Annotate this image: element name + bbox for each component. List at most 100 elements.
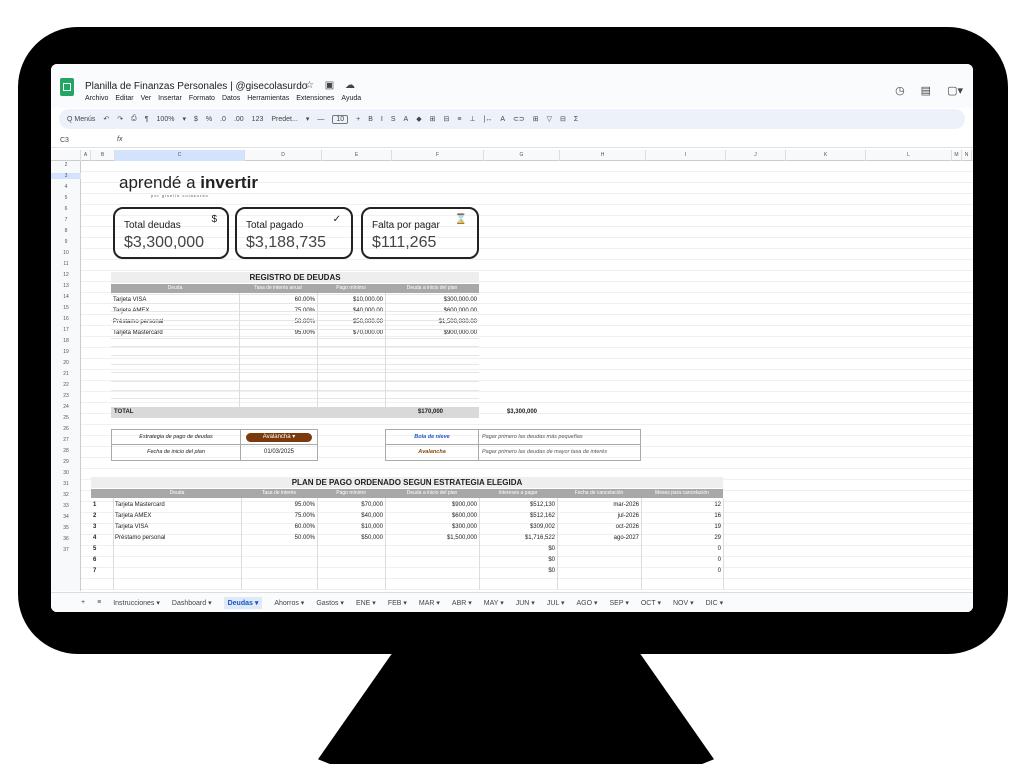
toolbar-button[interactable]: .00 [234,116,244,123]
plan-cell[interactable]: 19 [643,522,721,532]
plan-cell[interactable]: 5 [93,544,111,554]
row-header[interactable]: 5 [51,195,81,201]
toolbar-button[interactable]: S [391,116,396,123]
plan-cell[interactable]: 6 [93,555,111,565]
plan-cell[interactable] [559,555,639,565]
plan-cell[interactable]: Tarjeta AMEX [115,511,239,521]
font-size-input[interactable]: 10 [332,114,349,124]
plan-cell[interactable]: $512,130 [481,500,555,510]
strategy-dropdown[interactable]: Avalancha ▾ [246,433,312,442]
row-header[interactable]: 4 [51,184,81,190]
row-header[interactable]: 35 [51,525,81,531]
start-date[interactable]: 01/03/2025 [241,445,318,461]
menus-search[interactable]: Q Menús [67,116,95,123]
row-header[interactable]: 11 [51,261,81,267]
plan-cell[interactable]: 2 [93,511,111,521]
plan-cell[interactable] [319,544,383,554]
row-header[interactable]: 30 [51,470,81,476]
menu-item-extensiones[interactable]: Extensiones [296,95,334,102]
toolbar-button[interactable]: |↔ [484,116,493,123]
row-header[interactable]: 9 [51,239,81,245]
plan-cell[interactable]: Tarjeta VISA [115,522,239,532]
row-header[interactable]: 7 [51,217,81,223]
cell-reference[interactable]: C3 [60,137,69,144]
row-header[interactable]: 8 [51,228,81,234]
toolbar-button[interactable]: Predet... [271,116,297,123]
row-header[interactable]: 23 [51,393,81,399]
registro-cell[interactable]: Préstamo personal [113,317,237,327]
plan-cell[interactable]: $600,000 [387,511,477,521]
plan-cell[interactable]: oct-2026 [559,522,639,532]
plan-cell[interactable] [559,544,639,554]
sheet-tab[interactable]: JUL ▾ [547,599,565,607]
meet-icon[interactable]: ▢▾ [947,84,963,97]
plan-cell[interactable] [243,566,315,576]
row-header[interactable]: 19 [51,349,81,355]
plan-cell[interactable]: ago-2027 [559,533,639,543]
menu-item-archivo[interactable]: Archivo [85,95,108,102]
menu-item-ver[interactable]: Ver [141,95,152,102]
sheet-tab[interactable]: DIC ▾ [706,599,724,607]
sheet-tab[interactable]: MAY ▾ [484,599,504,607]
row-header[interactable]: 6 [51,206,81,212]
column-header-E[interactable]: E [322,150,392,161]
row-header[interactable]: 22 [51,382,81,388]
sheet-tab[interactable]: JUN ▾ [516,599,535,607]
plan-cell[interactable]: 7 [93,566,111,576]
toolbar-button[interactable]: ↶ [103,115,109,123]
registro-cell[interactable]: $1,500,000.00 [387,317,477,327]
plan-cell[interactable]: 0 [643,544,721,554]
sheet-tab[interactable]: Dashboard ▾ [172,599,212,607]
plan-cell[interactable]: mar-2026 [559,500,639,510]
row-header[interactable]: 32 [51,492,81,498]
sheet-tab[interactable]: OCT ▾ [641,599,661,607]
toolbar-button[interactable]: 123 [252,116,264,123]
menu-item-datos[interactable]: Datos [222,95,240,102]
toolbar-button[interactable]: ⊟ [560,115,566,123]
menu-item-formato[interactable]: Formato [189,95,215,102]
row-header[interactable]: 14 [51,294,81,300]
toolbar-button[interactable]: ⊟ [443,115,449,123]
plan-cell[interactable]: $0 [481,555,555,565]
plan-cell[interactable]: 29 [643,533,721,543]
plan-cell[interactable]: $70,000 [319,500,383,510]
sheet-tab[interactable]: Deudas ▾ [223,596,263,609]
toolbar-button[interactable]: ≡ [457,116,461,123]
toolbar-button[interactable]: ▾ [182,115,186,123]
toolbar-button[interactable]: 100% [157,116,175,123]
row-header[interactable]: 20 [51,360,81,366]
toolbar-button[interactable]: ⎙ [131,115,137,123]
column-header-I[interactable]: I [646,150,726,161]
plan-cell[interactable]: $50,000 [319,533,383,543]
plan-cell[interactable] [387,566,477,576]
document-title[interactable]: Planilla de Finanzas Personales | @gisec… [85,81,307,92]
toolbar-button[interactable]: ↷ [117,115,123,123]
toolbar-button[interactable]: + [356,116,360,123]
plan-cell[interactable]: 3 [93,522,111,532]
plan-cell[interactable] [319,555,383,565]
row-header[interactable]: 37 [51,547,81,553]
registro-cell[interactable]: 50.00% [241,317,315,327]
title-icons[interactable]: ☆ ▣ ☁ [305,80,359,91]
plan-cell[interactable]: 1 [93,500,111,510]
sheet-tab[interactable]: MAR ▾ [419,599,440,607]
column-header-J[interactable]: J [726,150,786,161]
sheet-tab[interactable]: AGO ▾ [576,599,597,607]
row-header[interactable]: 12 [51,272,81,278]
plan-cell[interactable]: $512,162 [481,511,555,521]
menu-item-insertar[interactable]: Insertar [158,95,182,102]
sheet-tab[interactable]: Gastos ▾ [316,599,344,607]
menu-item-ayuda[interactable]: Ayuda [341,95,361,102]
toolbar-button[interactable]: ▾ [306,115,310,123]
toolbar-button[interactable]: B [368,116,373,123]
toolbar-button[interactable]: .0 [220,116,226,123]
sheet-tab[interactable]: Instrucciones ▾ [113,599,160,607]
sheet-tab[interactable]: NOV ▾ [673,599,694,607]
column-header-D[interactable]: D [245,150,322,161]
column-header-F[interactable]: F [392,150,484,161]
toolbar-button[interactable]: I [381,116,383,123]
sheet-tab[interactable]: ABR ▾ [452,599,472,607]
column-header-K[interactable]: K [786,150,866,161]
row-header[interactable]: 17 [51,327,81,333]
column-header-M[interactable]: M [952,150,962,161]
